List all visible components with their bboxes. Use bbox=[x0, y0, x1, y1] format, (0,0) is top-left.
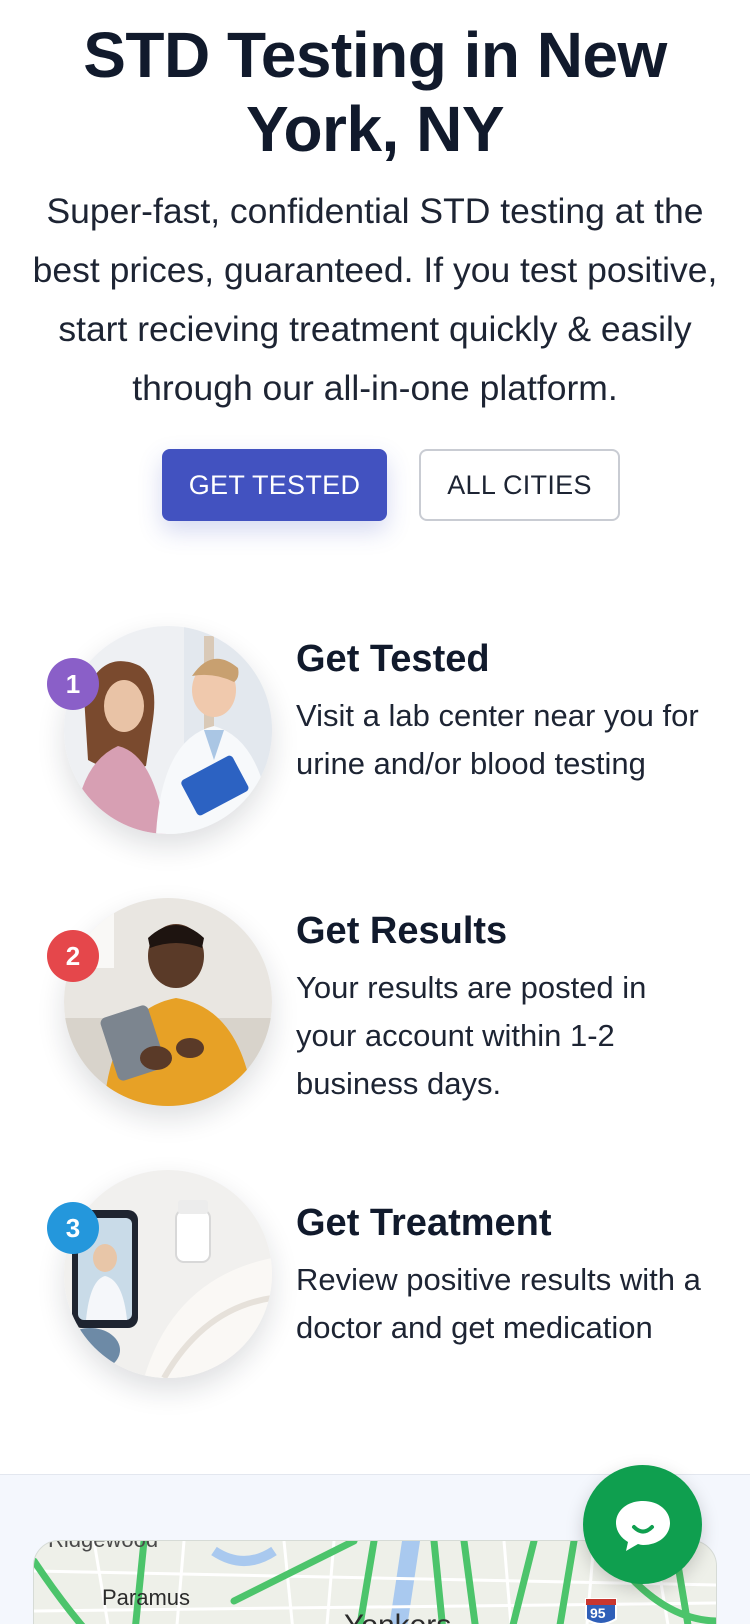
telehealth-medication-photo bbox=[64, 1170, 272, 1378]
chat-button[interactable] bbox=[583, 1465, 702, 1584]
step-title: Get Treatment bbox=[296, 1202, 552, 1244]
map-label-yonkers: Yonkers bbox=[344, 1609, 451, 1624]
step-get-results: 2 Get Results Your results are posted in… bbox=[0, 898, 750, 1118]
step-number-badge: 3 bbox=[47, 1202, 99, 1254]
all-cities-button[interactable]: ALL CITIES bbox=[419, 449, 620, 521]
step-title: Get Results bbox=[296, 910, 508, 952]
step-number-badge: 1 bbox=[47, 658, 99, 710]
step-number-badge: 2 bbox=[47, 930, 99, 982]
step-get-treatment: 3 Get Treatment Review positive results … bbox=[0, 1170, 750, 1390]
highway-number: 95 bbox=[590, 1605, 606, 1621]
step-description: Review positive results with a doctor an… bbox=[296, 1262, 701, 1345]
chat-bubble-icon bbox=[615, 1500, 670, 1551]
step-title: Get Tested bbox=[296, 638, 490, 680]
page-title: STD Testing in New York, NY bbox=[83, 19, 667, 165]
map-label-paramus: Paramus bbox=[102, 1585, 191, 1610]
step-description: Your results are posted in your account … bbox=[296, 970, 647, 1101]
step-get-tested: 1 Get Tested Visit a lab center near you… bbox=[0, 626, 750, 846]
hero-subtitle: Super-fast, confidential STD testing at … bbox=[32, 191, 718, 408]
lab-consultation-photo bbox=[64, 626, 272, 834]
step-description: Visit a lab center near you for urine an… bbox=[296, 698, 699, 781]
man-with-tablet-photo bbox=[64, 898, 272, 1106]
map-label-ridgewood: Ridgewood bbox=[48, 1541, 158, 1553]
get-tested-button[interactable]: GET TESTED bbox=[162, 449, 387, 521]
